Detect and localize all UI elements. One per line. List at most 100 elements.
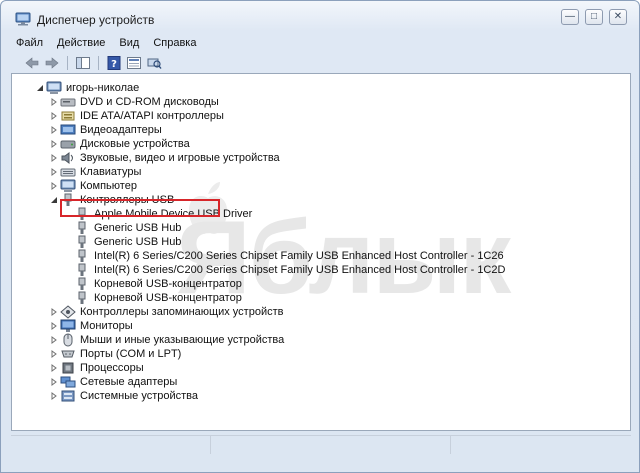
usb-plug-icon bbox=[74, 291, 90, 305]
collapsed-arrow-icon[interactable] bbox=[48, 319, 60, 333]
tree-item-label: Клавиатуры bbox=[80, 166, 142, 178]
status-cell bbox=[211, 436, 451, 454]
back-button[interactable] bbox=[23, 55, 41, 71]
disk-drive-icon bbox=[60, 137, 76, 151]
console-tree-icon bbox=[76, 57, 90, 69]
computer-icon bbox=[60, 179, 76, 193]
device-manager-window: Диспетчер устройств — □ ✕ Файл Действие … bbox=[0, 0, 640, 473]
tree-item-label: Дисковые устройства bbox=[80, 138, 190, 150]
show-hide-tree-button[interactable] bbox=[74, 55, 92, 71]
tree-root-label: игорь-николае bbox=[66, 82, 140, 94]
menu-bar: Файл Действие Вид Справка bbox=[9, 35, 633, 53]
monitor-icon bbox=[60, 319, 76, 333]
collapsed-arrow-icon[interactable] bbox=[48, 333, 60, 347]
collapsed-arrow-icon[interactable] bbox=[48, 375, 60, 389]
scan-hardware-icon bbox=[147, 58, 162, 69]
collapsed-arrow-icon[interactable] bbox=[48, 347, 60, 361]
menu-file[interactable]: Файл bbox=[9, 35, 50, 53]
tree-item-label: Порты (COM и LPT) bbox=[80, 348, 182, 360]
usb-device-intel-1c26[interactable]: Intel(R) 6 Series/C200 Series Chipset Fa… bbox=[74, 249, 504, 263]
usb-plug-icon bbox=[74, 235, 90, 249]
collapsed-arrow-icon[interactable] bbox=[48, 151, 60, 165]
sound-icon bbox=[60, 151, 76, 165]
collapsed-arrow-icon[interactable] bbox=[48, 165, 60, 179]
svg-text:?: ? bbox=[111, 59, 117, 70]
collapsed-arrow-icon[interactable] bbox=[48, 123, 60, 137]
tree-item-processors[interactable]: Процессоры bbox=[48, 361, 144, 375]
usb-device-generic-hub[interactable]: Generic USB Hub bbox=[74, 235, 181, 249]
toolbar-separator bbox=[98, 56, 99, 70]
tree-item-label: Звуковые, видео и игровые устройства bbox=[80, 152, 280, 164]
back-arrow-icon bbox=[25, 57, 39, 69]
usb-device-generic-hub[interactable]: Generic USB Hub bbox=[74, 221, 181, 235]
usb-device-label: Корневой USB-концентратор bbox=[94, 292, 242, 304]
computer-icon bbox=[46, 81, 62, 95]
help-button[interactable]: ? bbox=[105, 55, 123, 71]
maximize-button[interactable]: □ bbox=[585, 9, 603, 25]
collapsed-arrow-icon[interactable] bbox=[48, 305, 60, 319]
tree-item-disks[interactable]: Дисковые устройства bbox=[48, 137, 190, 151]
collapsed-arrow-icon[interactable] bbox=[48, 389, 60, 403]
minimize-button[interactable]: — bbox=[561, 9, 579, 25]
port-icon bbox=[60, 347, 76, 361]
tree-item-label: Процессоры bbox=[80, 362, 144, 374]
tree-item-computer[interactable]: Компьютер bbox=[48, 179, 137, 193]
tree-item-ide[interactable]: IDE ATA/ATAPI контроллеры bbox=[48, 109, 224, 123]
window-controls: — □ ✕ bbox=[561, 9, 627, 25]
tree-item-dvd[interactable]: DVD и CD-ROM дисководы bbox=[48, 95, 219, 109]
usb-plug-icon bbox=[74, 263, 90, 277]
usb-plug-icon bbox=[74, 221, 90, 235]
usb-device-label: Корневой USB-концентратор bbox=[94, 278, 242, 290]
tree-item-label: Мониторы bbox=[80, 320, 133, 332]
collapsed-arrow-icon[interactable] bbox=[48, 361, 60, 375]
toolbar: ? bbox=[9, 53, 633, 73]
usb-device-intel-1c2d[interactable]: Intel(R) 6 Series/C200 Series Chipset Fa… bbox=[74, 263, 505, 277]
close-button[interactable]: ✕ bbox=[609, 9, 627, 25]
menu-view[interactable]: Вид bbox=[112, 35, 146, 53]
tree-item-label: Контроллеры запоминающих устройств bbox=[80, 306, 284, 318]
properties-icon bbox=[127, 57, 141, 69]
tree-item-system-devices[interactable]: Системные устройства bbox=[48, 389, 198, 403]
device-tree-pane[interactable]: Яблык игорь-николае DVD и CD-ROM дисково… bbox=[11, 73, 631, 431]
status-bar bbox=[11, 435, 631, 454]
system-devices-icon bbox=[60, 389, 76, 403]
tree-item-label: Компьютер bbox=[80, 180, 137, 192]
tree-item-label: Видеоадаптеры bbox=[80, 124, 162, 136]
tree-item-label: Сетевые адаптеры bbox=[80, 376, 178, 388]
tree-item-mice[interactable]: Мыши и иные указывающие устройства bbox=[48, 333, 284, 347]
menu-action[interactable]: Действие bbox=[50, 35, 112, 53]
usb-device-label: Generic USB Hub bbox=[94, 222, 182, 234]
usb-device-root-hub[interactable]: Корневой USB-концентратор bbox=[74, 277, 242, 291]
tree-item-keyboards[interactable]: Клавиатуры bbox=[48, 165, 141, 179]
device-manager-icon bbox=[15, 12, 31, 26]
dvd-drive-icon bbox=[60, 95, 76, 109]
help-icon: ? bbox=[107, 56, 121, 70]
expand-arrow-icon[interactable] bbox=[48, 193, 60, 207]
tree-item-network[interactable]: Сетевые адаптеры bbox=[48, 375, 177, 389]
tree-root[interactable]: игорь-николае bbox=[34, 81, 139, 95]
tree-item-sound[interactable]: Звуковые, видео и игровые устройства bbox=[48, 151, 280, 165]
title-bar[interactable]: Диспетчер устройств — □ ✕ bbox=[1, 1, 639, 35]
expand-arrow-icon[interactable] bbox=[34, 81, 46, 95]
tree-item-storage-controllers[interactable]: Контроллеры запоминающих устройств bbox=[48, 305, 283, 319]
processor-icon bbox=[60, 361, 76, 375]
forward-arrow-icon bbox=[45, 57, 59, 69]
mouse-icon bbox=[60, 333, 76, 347]
usb-plug-icon bbox=[74, 249, 90, 263]
forward-button[interactable] bbox=[43, 55, 61, 71]
storage-controller-icon bbox=[60, 305, 76, 319]
tree-item-monitors[interactable]: Мониторы bbox=[48, 319, 133, 333]
toolbar-separator bbox=[67, 56, 68, 70]
status-cell bbox=[11, 436, 211, 454]
menu-help[interactable]: Справка bbox=[146, 35, 203, 53]
properties-button[interactable] bbox=[125, 55, 143, 71]
usb-device-root-hub[interactable]: Корневой USB-концентратор bbox=[74, 291, 242, 305]
collapsed-arrow-icon[interactable] bbox=[48, 179, 60, 193]
collapsed-arrow-icon[interactable] bbox=[48, 95, 60, 109]
tree-item-video[interactable]: Видеоадаптеры bbox=[48, 123, 162, 137]
display-adapter-icon bbox=[60, 123, 76, 137]
tree-item-ports[interactable]: Порты (COM и LPT) bbox=[48, 347, 181, 361]
collapsed-arrow-icon[interactable] bbox=[48, 109, 60, 123]
collapsed-arrow-icon[interactable] bbox=[48, 137, 60, 151]
scan-hardware-button[interactable] bbox=[145, 55, 163, 71]
